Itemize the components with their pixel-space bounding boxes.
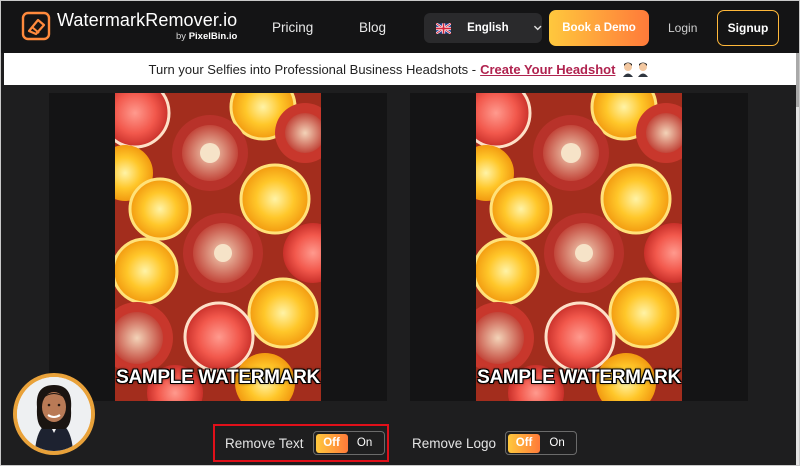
remove-logo-label: Remove Logo: [412, 435, 497, 451]
language-label: English: [467, 22, 509, 34]
result-image-panel: SAMPLE WATERMARK: [410, 93, 748, 401]
brand-logo[interactable]: WatermarkRemover.io by PixelBin.io: [21, 10, 237, 43]
remove-logo-toggle[interactable]: Off On: [505, 431, 578, 455]
promo-banner: Turn your Selfies into Professional Busi…: [4, 53, 796, 85]
top-navbar: WatermarkRemover.io by PixelBin.io Prici…: [1, 1, 799, 53]
uk-flag-icon: [436, 22, 452, 34]
remove-logo-on-option[interactable]: On: [540, 434, 574, 453]
promo-text: Turn your Selfies into Professional Busi…: [148, 61, 477, 77]
sample-watermark-text: SAMPLE WATERMARK: [477, 367, 681, 388]
create-headshot-link[interactable]: Create Your Headshot: [480, 62, 615, 77]
brand-byline: by PixelBin.io: [57, 31, 237, 43]
sample-watermark-text: SAMPLE WATERMARK: [116, 367, 320, 388]
nav-blog-link[interactable]: Blog: [359, 20, 386, 35]
chevron-down-icon: [533, 25, 542, 31]
scrollbar-thumb[interactable]: [796, 53, 799, 107]
brand-by-name: PixelBin.io: [188, 31, 238, 42]
result-fruit-image: SAMPLE WATERMARK: [476, 93, 682, 401]
nav-pricing-link[interactable]: Pricing: [272, 20, 313, 35]
language-selector[interactable]: English: [424, 13, 542, 43]
remove-logo-off-option[interactable]: Off: [508, 433, 541, 453]
book-demo-button[interactable]: Book a Demo: [549, 10, 649, 46]
headshot-emoji-icon: [621, 61, 651, 77]
app-frame: WatermarkRemover.io by PixelBin.io Prici…: [0, 0, 800, 466]
login-link[interactable]: Login: [668, 21, 697, 35]
page-scrollbar[interactable]: [796, 53, 799, 465]
signup-button[interactable]: Signup: [717, 10, 779, 46]
woman-portrait-icon: [17, 377, 91, 451]
original-fruit-image: SAMPLE WATERMARK: [115, 93, 321, 401]
brand-by-prefix: by: [176, 31, 189, 42]
support-chat-avatar[interactable]: [13, 373, 95, 455]
original-image-panel: SAMPLE WATERMARK: [49, 93, 387, 401]
brand-name: WatermarkRemover.io: [57, 10, 238, 30]
eraser-logo-icon: [21, 11, 51, 41]
remove-logo-control: Remove Logo Off On: [412, 431, 578, 455]
remove-text-highlight-box: [213, 424, 389, 462]
